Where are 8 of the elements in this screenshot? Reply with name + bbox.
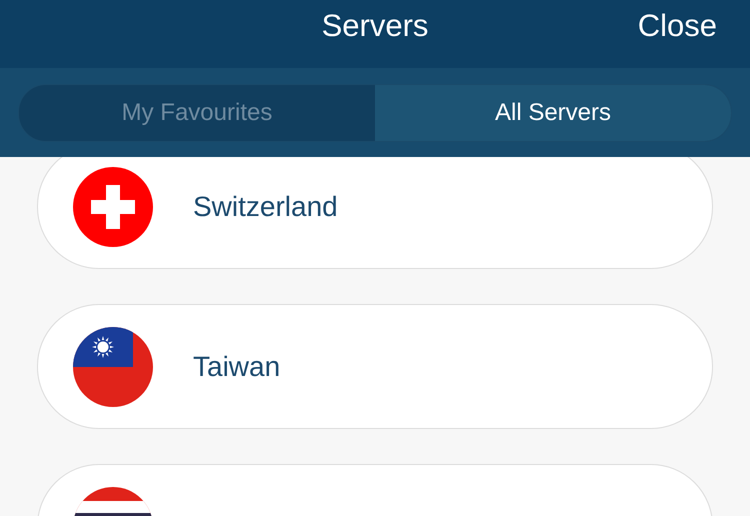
tab[interactable]: All Servers: [375, 84, 731, 140]
window-title: Servers: [322, 8, 428, 44]
server-row[interactable]: Taiwan: [37, 304, 713, 429]
close-button[interactable]: Close: [638, 8, 717, 44]
server-name: Taiwan: [193, 350, 280, 382]
server-name: Switzerland: [193, 190, 338, 222]
server-row[interactable]: Switzerland: [37, 157, 713, 269]
cross-flag-icon: [73, 166, 153, 246]
